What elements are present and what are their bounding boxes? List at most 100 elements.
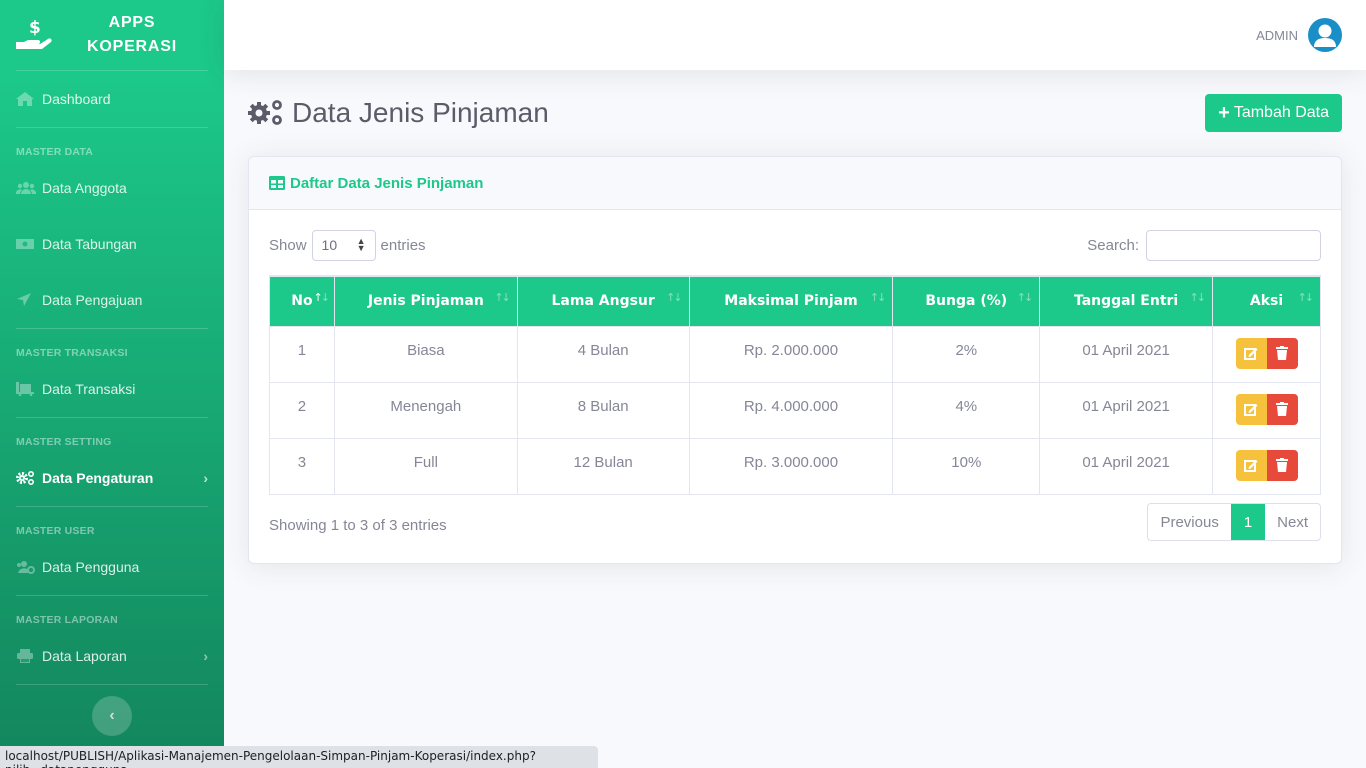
column-header-bunga[interactable]: Bunga (%) ↑↓	[892, 275, 1041, 327]
cell-tanggal-entri: 01 April 2021	[1039, 437, 1214, 495]
column-header-lama-angsur[interactable]: Lama Angsur ↑↓	[516, 275, 690, 327]
column-header-no[interactable]: No ↑↓	[269, 275, 335, 327]
topbar: ADMIN	[224, 0, 1366, 70]
cogs-icon	[16, 471, 36, 485]
table-icon	[269, 176, 285, 190]
sidebar-item-label: Data Transaksi	[42, 381, 136, 397]
edit-button[interactable]	[1235, 449, 1267, 481]
chevron-left-icon: ‹	[109, 707, 115, 724]
trash-icon	[1276, 402, 1289, 416]
page-heading: Data Jenis Pinjaman + Tambah Data	[248, 92, 1342, 134]
table-header-row: No ↑↓ Jenis Pinjaman ↑↓ Lama Angsur ↑↓ Maks…	[269, 275, 1321, 327]
chevron-right-icon: ›	[203, 470, 208, 486]
sidebar-item-label: Data Pengguna	[42, 559, 140, 575]
sidebar-item-label: Dashboard	[42, 91, 111, 107]
pagination-page-1[interactable]: 1	[1230, 504, 1266, 540]
column-header-maksimal-pinjam[interactable]: Maksimal Pinjam ↑↓	[688, 275, 894, 327]
svg-text:$: $	[29, 18, 41, 38]
user-name[interactable]: ADMIN	[1256, 28, 1298, 43]
cogs-icon	[248, 99, 284, 127]
cell-no: 1	[269, 325, 335, 383]
sidebar-item-label: Data Anggota	[42, 180, 127, 196]
cell-maksimal-pinjam: Rp. 2.000.000	[688, 325, 894, 383]
print-icon	[16, 649, 36, 663]
edit-button[interactable]	[1235, 393, 1267, 425]
brand-line1: APPS	[108, 14, 156, 31]
data-card: Daftar Data Jenis Pinjaman Show 10 ▲ ▼ en…	[248, 156, 1342, 564]
cell-no: 3	[269, 437, 335, 495]
cell-aksi	[1212, 325, 1321, 383]
trash-icon	[1276, 458, 1289, 472]
sidebar-item-label: Data Pengaturan	[42, 470, 154, 486]
card-title: Daftar Data Jenis Pinjaman	[290, 174, 484, 192]
delete-button[interactable]	[1266, 393, 1298, 425]
cell-tanggal-entri: 01 April 2021	[1039, 325, 1214, 383]
table-row: 1 Biasa 4 Bulan Rp. 2.000.000 2% 01 Apri…	[269, 325, 1321, 383]
users-cog-icon	[16, 560, 36, 574]
delete-button[interactable]	[1266, 337, 1298, 369]
sort-icon: ↑↓	[313, 291, 330, 304]
location-arrow-icon	[16, 293, 36, 307]
sidebar-toggle-button[interactable]: ‹	[92, 696, 132, 736]
entries-select[interactable]: 10 ▲ ▼	[311, 229, 376, 261]
add-data-button[interactable]: + Tambah Data	[1205, 94, 1342, 132]
sidebar-item-label: Data Laporan	[42, 648, 127, 664]
column-header-jenis-pinjaman[interactable]: Jenis Pinjaman ↑↓	[333, 275, 518, 327]
user-avatar-icon[interactable]	[1308, 18, 1342, 52]
dolly-icon	[16, 382, 36, 396]
pagination: Previous 1 Next	[1147, 503, 1321, 541]
sidebar-item-data-transaksi[interactable]: Data Transaksi	[0, 361, 224, 417]
chevron-right-icon: ›	[203, 648, 208, 664]
money-bill-icon	[16, 237, 36, 251]
sidebar-heading: MASTER USER	[16, 525, 95, 537]
table-row: 2 Menengah 8 Bulan Rp. 4.000.000 4% 01 A…	[269, 381, 1321, 439]
sidebar-heading: MASTER SETTING	[16, 436, 112, 448]
edit-icon	[1244, 404, 1258, 416]
hand-dollar-icon: $	[16, 16, 54, 54]
length-prefix: Show	[269, 236, 307, 254]
sidebar-item-data-pengguna[interactable]: Data Pengguna	[0, 539, 224, 595]
entries-select-value: 10	[321, 237, 338, 253]
edit-button[interactable]	[1235, 337, 1267, 369]
pagination-next[interactable]: Next	[1265, 504, 1320, 540]
column-header-aksi[interactable]: Aksi ↑↓	[1212, 275, 1321, 327]
table-controls: Show 10 ▲ ▼ entries Search:	[269, 229, 1321, 261]
cell-aksi	[1212, 381, 1321, 439]
card-header: Daftar Data Jenis Pinjaman	[249, 157, 1341, 210]
sidebar-item-data-anggota[interactable]: Data Anggota	[0, 160, 224, 216]
cell-maksimal-pinjam: Rp. 4.000.000	[688, 381, 894, 439]
plus-icon: +	[1218, 102, 1230, 124]
page-title: Data Jenis Pinjaman	[248, 97, 549, 129]
cell-jenis-pinjaman: Biasa	[333, 325, 518, 383]
table-row: 3 Full 12 Bulan Rp. 3.000.000 10% 01 Apr…	[269, 437, 1321, 495]
sidebar-item-data-pengaturan[interactable]: Data Pengaturan ›	[0, 450, 224, 506]
cell-jenis-pinjaman: Full	[333, 437, 518, 495]
cell-jenis-pinjaman: Menengah	[333, 381, 518, 439]
sort-icon: ↑↓	[666, 291, 683, 304]
search-label: Search:	[1087, 236, 1139, 254]
sidebar-item-data-tabungan[interactable]: Data Tabungan	[0, 216, 224, 272]
sidebar-item-data-pengajuan[interactable]: Data Pengajuan	[0, 272, 224, 328]
sidebar-divider	[16, 684, 208, 685]
sidebar-item-dashboard[interactable]: Dashboard	[0, 71, 224, 127]
data-table: No ↑↓ Jenis Pinjaman ↑↓ Lama Angsur ↑↓ Maks…	[269, 275, 1321, 495]
pagination-previous[interactable]: Previous	[1148, 504, 1230, 540]
cell-lama-angsur: 4 Bulan	[516, 325, 690, 383]
brand[interactable]: $ APPS KOPERASI	[0, 0, 224, 70]
sort-icon: ↑↓	[1297, 291, 1315, 304]
entries-length: Show 10 ▲ ▼ entries	[269, 229, 426, 261]
cell-bunga: 10%	[892, 437, 1041, 495]
sidebar-item-data-laporan[interactable]: Data Laporan ›	[0, 628, 224, 684]
sort-icon: ↑↓	[869, 291, 887, 304]
delete-button[interactable]	[1266, 449, 1298, 481]
cell-no: 2	[269, 381, 335, 439]
sidebar: $ APPS KOPERASI Dashboard MASTER DATA Da…	[0, 0, 224, 768]
sidebar-heading: MASTER TRANSAKSI	[16, 347, 128, 359]
cell-aksi	[1212, 437, 1321, 495]
cell-bunga: 4%	[892, 381, 1041, 439]
column-header-tanggal-entri[interactable]: Tanggal Entri ↑↓	[1039, 275, 1214, 327]
sidebar-item-label: Data Pengajuan	[42, 292, 143, 308]
sidebar-heading: MASTER LAPORAN	[16, 614, 118, 626]
search-input[interactable]	[1146, 229, 1321, 261]
cell-bunga: 2%	[892, 325, 1041, 383]
